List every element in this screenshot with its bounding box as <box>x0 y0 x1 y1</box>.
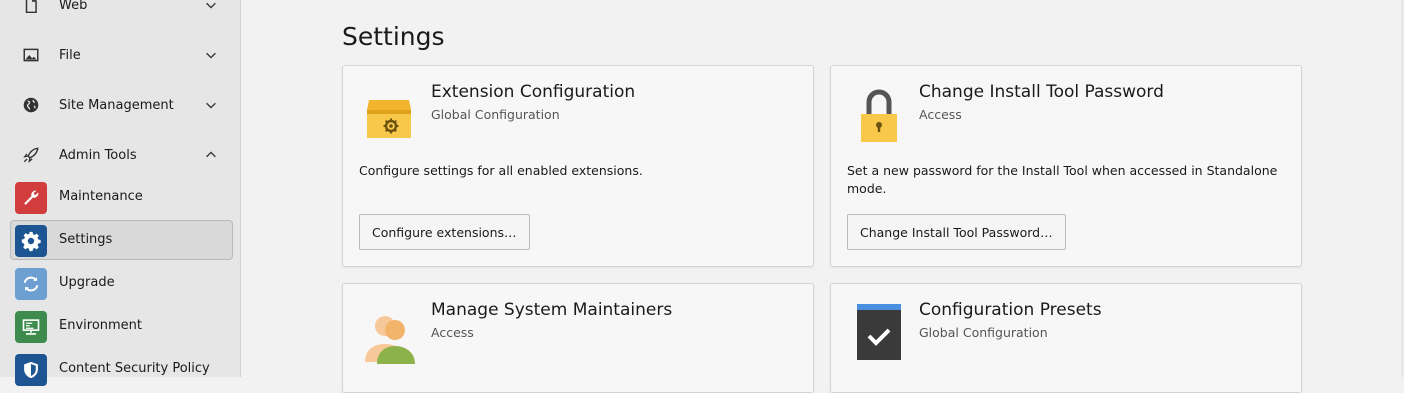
page-title: Settings <box>342 22 445 51</box>
module-environment[interactable]: Environment <box>10 306 233 346</box>
chevron-down-icon[interactable] <box>204 98 218 112</box>
card-description: Set a new password for the Install Tool … <box>847 163 1278 196</box>
shield-icon <box>15 354 47 386</box>
gear-icon <box>15 225 47 257</box>
card-subtitle: Global Configuration <box>431 107 560 122</box>
module-label: Settings <box>59 232 113 247</box>
users-icon <box>365 316 415 364</box>
module-settings[interactable]: Settings <box>10 220 233 260</box>
nav-group-label: Admin Tools <box>59 147 137 163</box>
card-title: Extension Configuration <box>431 82 636 102</box>
card-title: Change Install Tool Password <box>919 82 1164 102</box>
card-extension-configuration: Extension Configuration Global Configura… <box>342 65 814 267</box>
chevron-down-icon[interactable] <box>204 48 218 62</box>
module-label: Environment <box>59 318 143 333</box>
configure-extensions-button[interactable]: Configure extensions… <box>359 214 530 250</box>
lock-icon <box>861 89 897 142</box>
checkbox-icon <box>857 304 901 360</box>
change-install-tool-password-button[interactable]: Change Install Tool Password… <box>847 214 1066 250</box>
card-description: Configure settings for all enabled exten… <box>359 163 643 178</box>
extension-box-icon <box>367 100 411 138</box>
card-subtitle: Global Configuration <box>919 325 1048 340</box>
server-icon <box>15 311 47 343</box>
rocket-icon <box>23 147 39 163</box>
nav-group-web[interactable]: Web <box>0 0 241 25</box>
chevron-up-icon[interactable] <box>204 148 218 162</box>
module-sidebar: Web File Site Management Admin Tools Mai… <box>0 0 241 386</box>
card-title: Manage System Maintainers <box>431 300 673 320</box>
module-label: Upgrade <box>59 275 115 290</box>
nav-group-admin-tools[interactable]: Admin Tools <box>0 135 241 175</box>
page-icon <box>25 0 37 14</box>
nav-group-file[interactable]: File <box>0 35 241 75</box>
card-title: Configuration Presets <box>919 300 1102 320</box>
module-label: Content Security Policy <box>59 361 210 376</box>
module-upgrade[interactable]: Upgrade <box>10 263 233 303</box>
module-content-security-policy[interactable]: Content Security Policy <box>10 349 233 389</box>
wrench-icon <box>15 182 47 214</box>
module-label: Maintenance <box>59 189 143 204</box>
nav-group-site-management[interactable]: Site Management <box>0 85 241 125</box>
card-subtitle: Access <box>919 107 962 122</box>
card-change-install-tool-password: Change Install Tool Password Access Set … <box>830 65 1302 267</box>
image-icon <box>23 48 39 62</box>
nav-group-label: Site Management <box>59 97 174 113</box>
globe-icon <box>23 97 39 113</box>
nav-group-label: File <box>59 47 81 63</box>
card-subtitle: Access <box>431 325 474 340</box>
module-maintenance[interactable]: Maintenance <box>10 177 233 217</box>
refresh-icon <box>15 268 47 300</box>
chevron-down-icon[interactable] <box>204 0 218 12</box>
nav-group-label: Web <box>59 0 88 13</box>
